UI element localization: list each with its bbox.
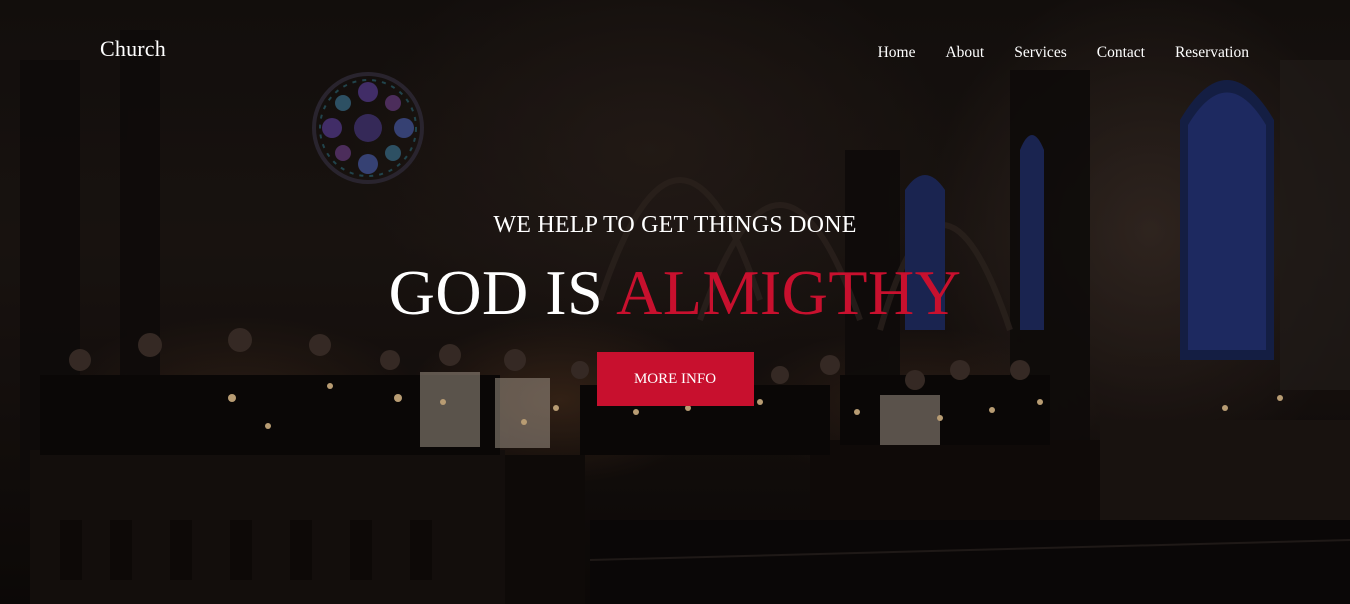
nav-link-reservation[interactable]: Reservation: [1175, 44, 1249, 61]
nav-item-about: About: [945, 44, 984, 62]
hero-headline: GOD IS ALMIGTHY: [0, 258, 1350, 328]
main-nav: Home About Services Contact Reservation: [878, 44, 1249, 62]
nav-item-reservation: Reservation: [1175, 44, 1249, 62]
brand-logo-link[interactable]: Church: [100, 36, 166, 62]
hero-section: Church Home About Services Contact Reser…: [0, 0, 1350, 604]
nav-link-services[interactable]: Services: [1014, 44, 1067, 61]
hero-tagline: WE HELP TO GET THINGS DONE: [493, 212, 857, 238]
headline-accent: ALMIGTHY: [616, 257, 962, 328]
nav-link-contact[interactable]: Contact: [1097, 44, 1145, 61]
nav-link-home[interactable]: Home: [878, 44, 916, 61]
nav-item-contact: Contact: [1097, 44, 1145, 62]
nav-item-services: Services: [1014, 44, 1067, 62]
hero-content: WE HELP TO GET THINGS DONE GOD IS ALMIGT…: [0, 210, 1350, 406]
headline-main: GOD IS: [388, 257, 604, 328]
more-info-button[interactable]: MORE INFO: [596, 352, 754, 406]
nav-item-home: Home: [878, 44, 916, 62]
nav-link-about[interactable]: About: [945, 44, 984, 61]
